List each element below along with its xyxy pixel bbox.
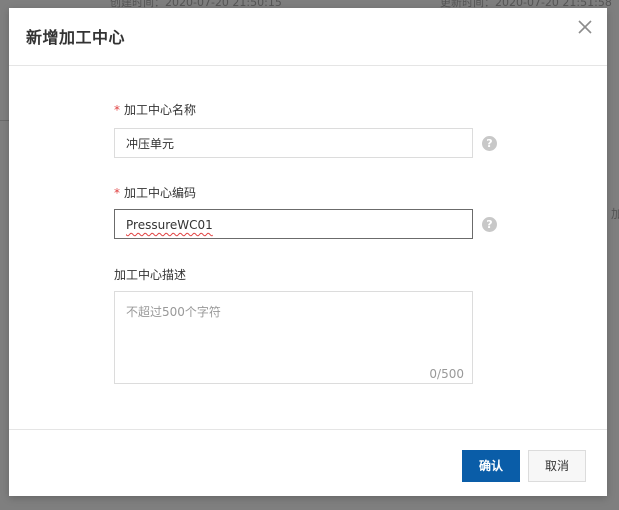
cancel-button[interactable]: 取消 [528, 450, 586, 482]
dialog-title: 新增加工中心 [26, 28, 126, 47]
close-icon [578, 20, 592, 34]
description-placeholder: 不超过500个字符 [126, 305, 221, 319]
name-help-icon[interactable]: ? [482, 136, 497, 151]
code-label-text: 加工中心编码 [124, 186, 197, 200]
description-char-count: 0/500 [429, 367, 464, 381]
name-input[interactable]: 冲压单元 [114, 128, 473, 158]
confirm-button[interactable]: 确认 [462, 450, 520, 482]
dialog-header: 新增加工中心 [9, 8, 607, 66]
code-help-icon[interactable]: ? [482, 217, 497, 232]
add-work-center-dialog: 新增加工中心 * 加工中心名称 冲压单元 ? * 加工中心编码 PressureWC… [9, 8, 607, 496]
code-input[interactable]: PressureWC01 [114, 209, 473, 239]
dialog-footer: 确认 取消 [9, 429, 607, 497]
name-input-value: 冲压单元 [126, 137, 175, 151]
required-mark: * [114, 103, 120, 117]
code-field-label: * 加工中心编码 [114, 184, 196, 201]
description-textarea[interactable]: 不超过500个字符 0/500 [114, 291, 473, 384]
code-input-value: PressureWC01 [126, 218, 213, 232]
name-field-label: * 加工中心名称 [114, 101, 196, 118]
name-label-text: 加工中心名称 [124, 103, 197, 117]
description-field-label: 加工中心描述 [114, 268, 187, 282]
required-mark: * [114, 186, 120, 200]
close-button[interactable] [575, 17, 595, 37]
bg-edge-text: 加 [611, 207, 619, 221]
